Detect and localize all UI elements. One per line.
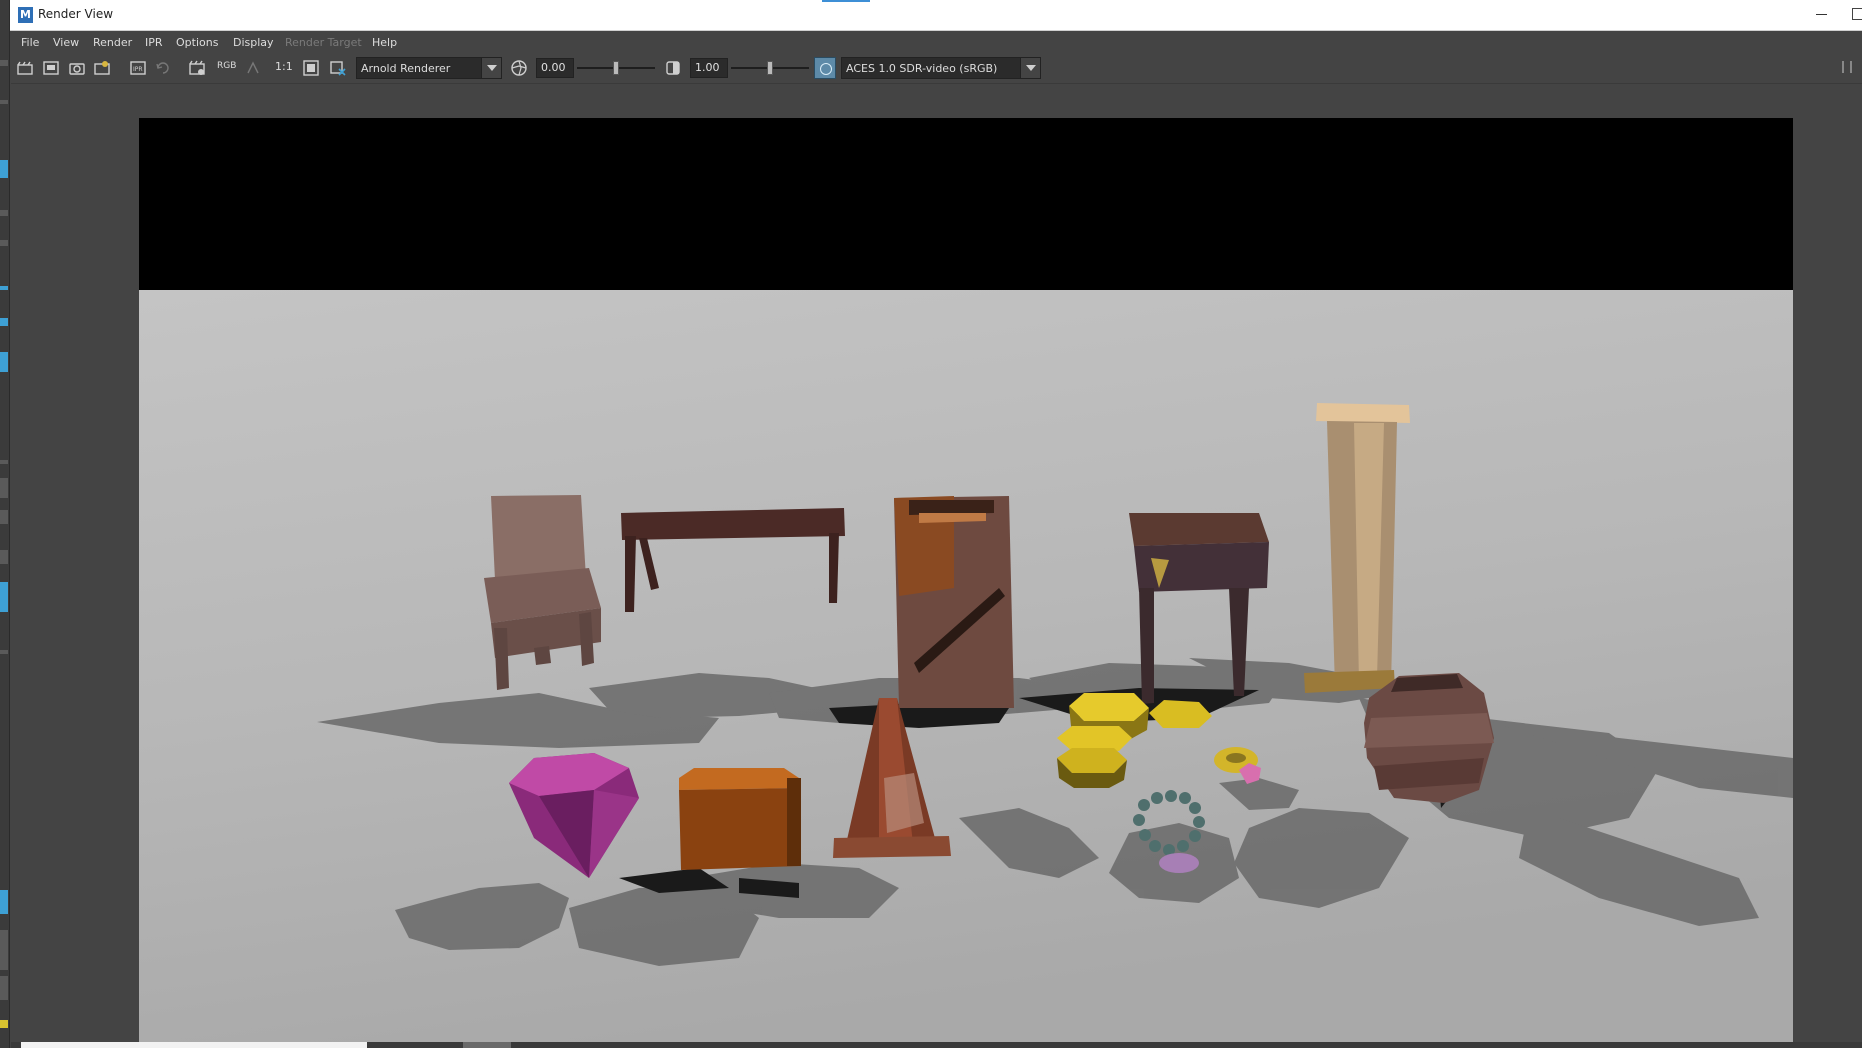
rgb-channel-icon[interactable]: RGB [217,61,236,71]
renderer-dropdown[interactable]: Arnold Renderer [356,57,502,79]
exposure-icon[interactable] [510,59,528,77]
dock-tool-mark[interactable] [0,318,8,326]
view-transform-dropdown[interactable]: ACES 1.0 SDR-video (sRGB) [841,57,1041,79]
gamma-field[interactable]: 1.00 [690,58,728,78]
crate-object [894,496,1014,708]
color-management-icon[interactable] [814,57,836,79]
svg-text:IPR: IPR [133,66,143,73]
clear-image-icon[interactable] [329,59,347,77]
menu-help[interactable]: Help [372,36,397,49]
render-toolbar: IPR RGB 1:1 Arnold Renderer 0.00 1.00 AC… [11,52,1862,84]
status-segment [463,1042,511,1048]
snapshot-icon[interactable] [42,59,60,77]
maya-app-icon: M [18,7,33,23]
ipr-icon[interactable]: IPR [129,59,147,77]
render-view-window: M Render View File View Render IPR Optio… [0,0,1862,1048]
dock-tool-mark[interactable] [0,510,8,524]
menu-options[interactable]: Options [176,36,218,49]
exposure-slider-handle[interactable] [613,61,619,75]
render-region-icon[interactable] [93,59,111,77]
letterbox-top [139,118,1793,290]
chevron-down-icon[interactable] [1020,58,1040,78]
dock-tool-mark[interactable] [0,976,8,1000]
menu-display[interactable]: Display [233,36,274,49]
menu-bar: File View Render IPR Options Display Ren… [11,32,1862,52]
exposure-slider[interactable] [577,61,655,75]
window-title: Render View [38,7,114,21]
minimize-icon[interactable] [1812,4,1832,24]
menu-view[interactable]: View [53,36,79,49]
view-transform-value: ACES 1.0 SDR-video (sRGB) [846,62,998,75]
camera-icon[interactable] [68,59,86,77]
dock-tool-mark[interactable] [0,352,8,372]
dock-tool-mark[interactable] [0,100,8,104]
dock-tool-mark[interactable] [0,210,8,216]
menu-render[interactable]: Render [93,36,132,49]
gamma-slider[interactable] [731,61,809,75]
render-frame-icon[interactable] [16,59,34,77]
dock-tool-mark[interactable] [0,930,8,970]
menu-file[interactable]: File [21,36,39,49]
dock-tool-mark[interactable] [0,650,8,654]
dock-tool-mark[interactable] [0,286,8,290]
gamma-slider-handle[interactable] [767,61,773,75]
dock-tool-mark[interactable] [0,240,8,246]
barrel-object [1364,673,1494,803]
exposure-field[interactable]: 0.00 [536,58,574,78]
title-accent-bar [822,0,870,2]
chevron-down-icon[interactable] [481,58,501,78]
alpha-channel-icon[interactable] [244,59,262,77]
menu-render-target: Render Target [285,36,362,49]
dock-tool-mark[interactable] [0,1020,8,1028]
render-canvas [139,118,1793,1042]
dock-tool-mark[interactable] [0,582,8,612]
renderer-value: Arnold Renderer [361,62,451,75]
title-bar: M Render View [10,0,1862,31]
left-dock-strip [0,0,10,1048]
status-segment [21,1042,367,1048]
dock-tool-mark[interactable] [0,60,8,66]
keep-image-icon[interactable] [188,59,206,77]
toolbar-overflow-icon[interactable] [1842,61,1854,75]
refresh-icon[interactable] [154,59,172,77]
status-bar [11,1042,1862,1048]
frame-image-icon[interactable] [302,59,320,77]
real-size-icon[interactable]: 1:1 [275,60,293,73]
dock-tool-mark[interactable] [0,460,8,464]
dock-select-tool[interactable] [0,160,8,178]
dock-tool-mark[interactable] [0,550,8,564]
gamma-icon[interactable] [664,59,682,77]
dock-tool-mark[interactable] [0,478,8,498]
chest-object [679,768,801,870]
dock-tool-mark[interactable] [0,890,8,914]
maximize-icon[interactable] [1852,8,1862,20]
rendered-image[interactable] [139,118,1793,1042]
menu-ipr[interactable]: IPR [145,36,163,49]
render-viewport[interactable] [11,85,1862,1042]
